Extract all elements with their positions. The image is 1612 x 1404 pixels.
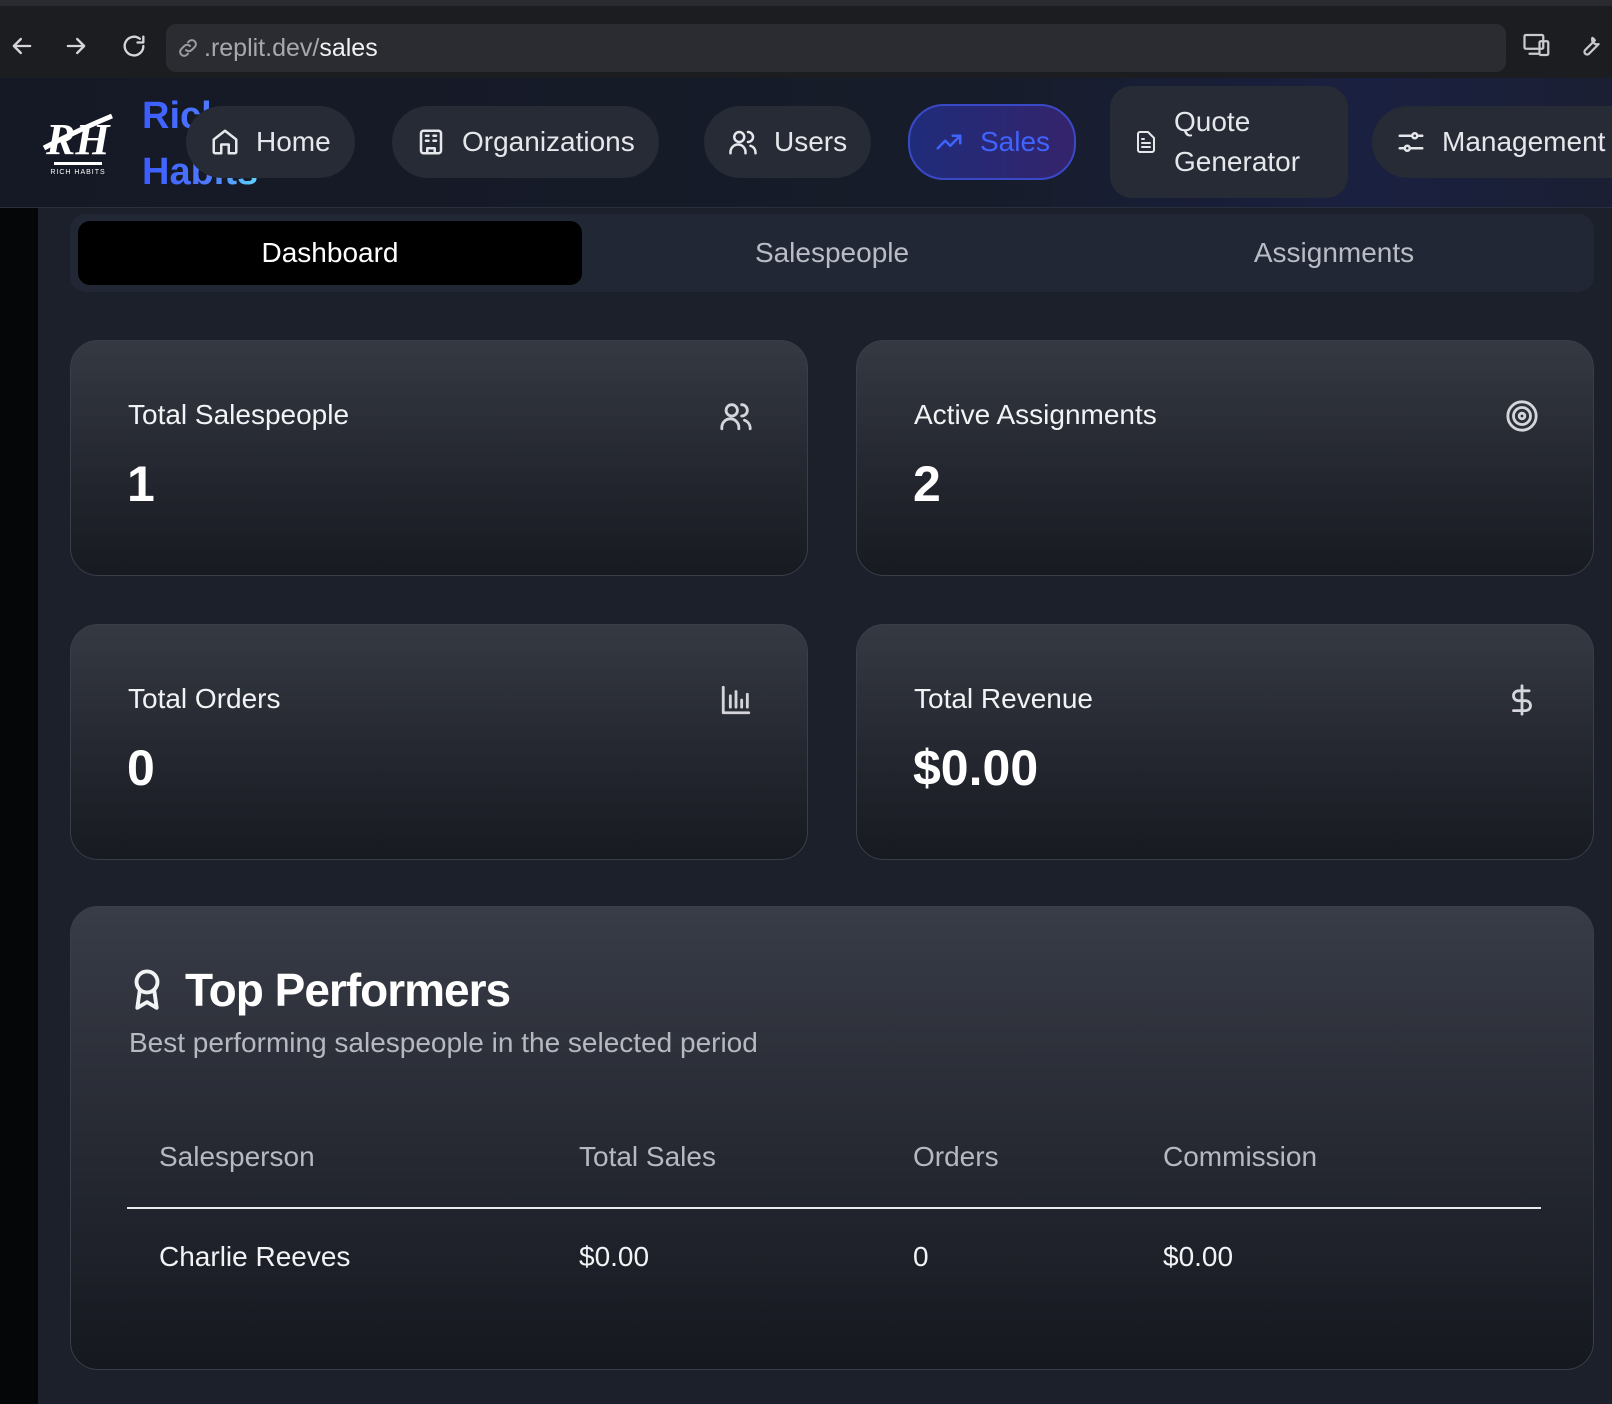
svg-text:RICH HABITS: RICH HABITS bbox=[50, 169, 105, 176]
address-bar[interactable]: .replit.dev/sales bbox=[166, 24, 1506, 72]
browser-toolbar: .replit.dev/sales bbox=[0, 0, 1612, 78]
tab-assignments[interactable]: Assignments bbox=[1082, 221, 1586, 285]
url-host: .replit.dev/ bbox=[204, 33, 320, 62]
tab-salespeople[interactable]: Salespeople bbox=[580, 221, 1084, 285]
nav-users-label: Users bbox=[774, 126, 848, 157]
nav-organizations[interactable]: Organizations bbox=[392, 106, 659, 178]
brand-logo[interactable]: RH RICH HABITS bbox=[40, 108, 116, 178]
stat-card-total-revenue: Total Revenue $0.00 bbox=[856, 624, 1594, 860]
app-header: RH RICH HABITS Rich Habits Home Organiza… bbox=[0, 78, 1612, 208]
trending-up-icon bbox=[936, 134, 962, 150]
forward-button[interactable] bbox=[58, 28, 94, 64]
stat-card-total-salespeople: Total Salespeople 1 bbox=[70, 340, 808, 576]
nav-management[interactable]: Management bbox=[1372, 106, 1612, 178]
device-toolbar-button[interactable] bbox=[1522, 30, 1558, 66]
devtools-button[interactable] bbox=[1574, 30, 1610, 66]
top-performers-title: Top Performers bbox=[185, 964, 511, 1016]
target-icon bbox=[1505, 399, 1539, 433]
column-header-commission: Commission bbox=[1163, 1141, 1318, 1172]
cell-salesperson: Charlie Reeves bbox=[159, 1241, 351, 1272]
stat-value: $0.00 bbox=[913, 740, 1039, 796]
column-header-orders: Orders bbox=[913, 1141, 999, 1172]
link-icon bbox=[179, 39, 197, 57]
users-icon bbox=[729, 130, 757, 155]
column-header-total-sales: Total Sales bbox=[579, 1141, 716, 1172]
stat-value: 0 bbox=[127, 740, 155, 796]
url-path: sales bbox=[319, 33, 378, 62]
building-icon bbox=[419, 129, 443, 155]
nav-quote-generator[interactable]: Quote Generator bbox=[1110, 86, 1348, 198]
stat-card-active-assignments: Active Assignments 2 bbox=[856, 340, 1594, 576]
top-performers-card: Top Performers Best performing salespeop… bbox=[70, 906, 1594, 1370]
main-content: Dashboard Salespeople Assignments Total … bbox=[38, 208, 1612, 1404]
table-header-divider bbox=[127, 1207, 1541, 1209]
nav-home-label: Home bbox=[256, 126, 331, 157]
cell-orders: 0 bbox=[913, 1241, 929, 1272]
rh-logo-icon: RH RICH HABITS bbox=[42, 113, 113, 176]
stat-title: Active Assignments bbox=[914, 399, 1157, 430]
dollar-icon bbox=[1505, 683, 1539, 717]
nav-users[interactable]: Users bbox=[704, 106, 872, 178]
reload-icon bbox=[123, 35, 145, 57]
back-button[interactable] bbox=[4, 28, 40, 64]
arrow-right-icon bbox=[66, 37, 86, 55]
reload-button[interactable] bbox=[116, 28, 152, 64]
tab-dashboard[interactable]: Dashboard bbox=[78, 221, 582, 285]
nav-sales-label: Sales bbox=[980, 126, 1051, 157]
column-header-salesperson: Salesperson bbox=[159, 1141, 315, 1172]
arrow-left-icon bbox=[12, 37, 32, 55]
stat-value: 2 bbox=[913, 456, 941, 512]
sales-tabs: Dashboard Salespeople Assignments bbox=[70, 214, 1594, 292]
sidebar-edge bbox=[0, 208, 38, 1404]
cell-total-sales: $0.00 bbox=[579, 1241, 650, 1272]
award-icon bbox=[134, 969, 160, 1010]
stat-title: Total Orders bbox=[128, 683, 281, 714]
bar-chart-icon bbox=[719, 683, 753, 717]
stat-title: Total Revenue bbox=[914, 683, 1094, 714]
sliders-icon bbox=[1398, 132, 1424, 152]
users-icon bbox=[719, 399, 753, 433]
wrench-icon bbox=[1583, 36, 1600, 56]
top-performers-header: Top Performers bbox=[129, 963, 511, 1017]
cell-commission: $0.00 bbox=[1163, 1241, 1234, 1272]
home-icon bbox=[212, 129, 238, 155]
file-text-icon bbox=[1137, 131, 1155, 153]
nav-home[interactable]: Home bbox=[186, 106, 355, 178]
top-performers-subtitle: Best performing salespeople in the selec… bbox=[129, 1027, 758, 1058]
nav-organizations-label: Organizations bbox=[462, 126, 635, 157]
nav-sales[interactable]: Sales bbox=[908, 104, 1077, 180]
stat-card-total-orders: Total Orders 0 bbox=[70, 624, 808, 860]
nav-quote-generator-label: Quote Generator bbox=[1174, 106, 1301, 177]
nav-management-label: Management bbox=[1442, 126, 1606, 157]
stat-title: Total Salespeople bbox=[128, 399, 350, 430]
stat-value: 1 bbox=[127, 456, 155, 512]
devices-icon bbox=[1523, 33, 1550, 57]
